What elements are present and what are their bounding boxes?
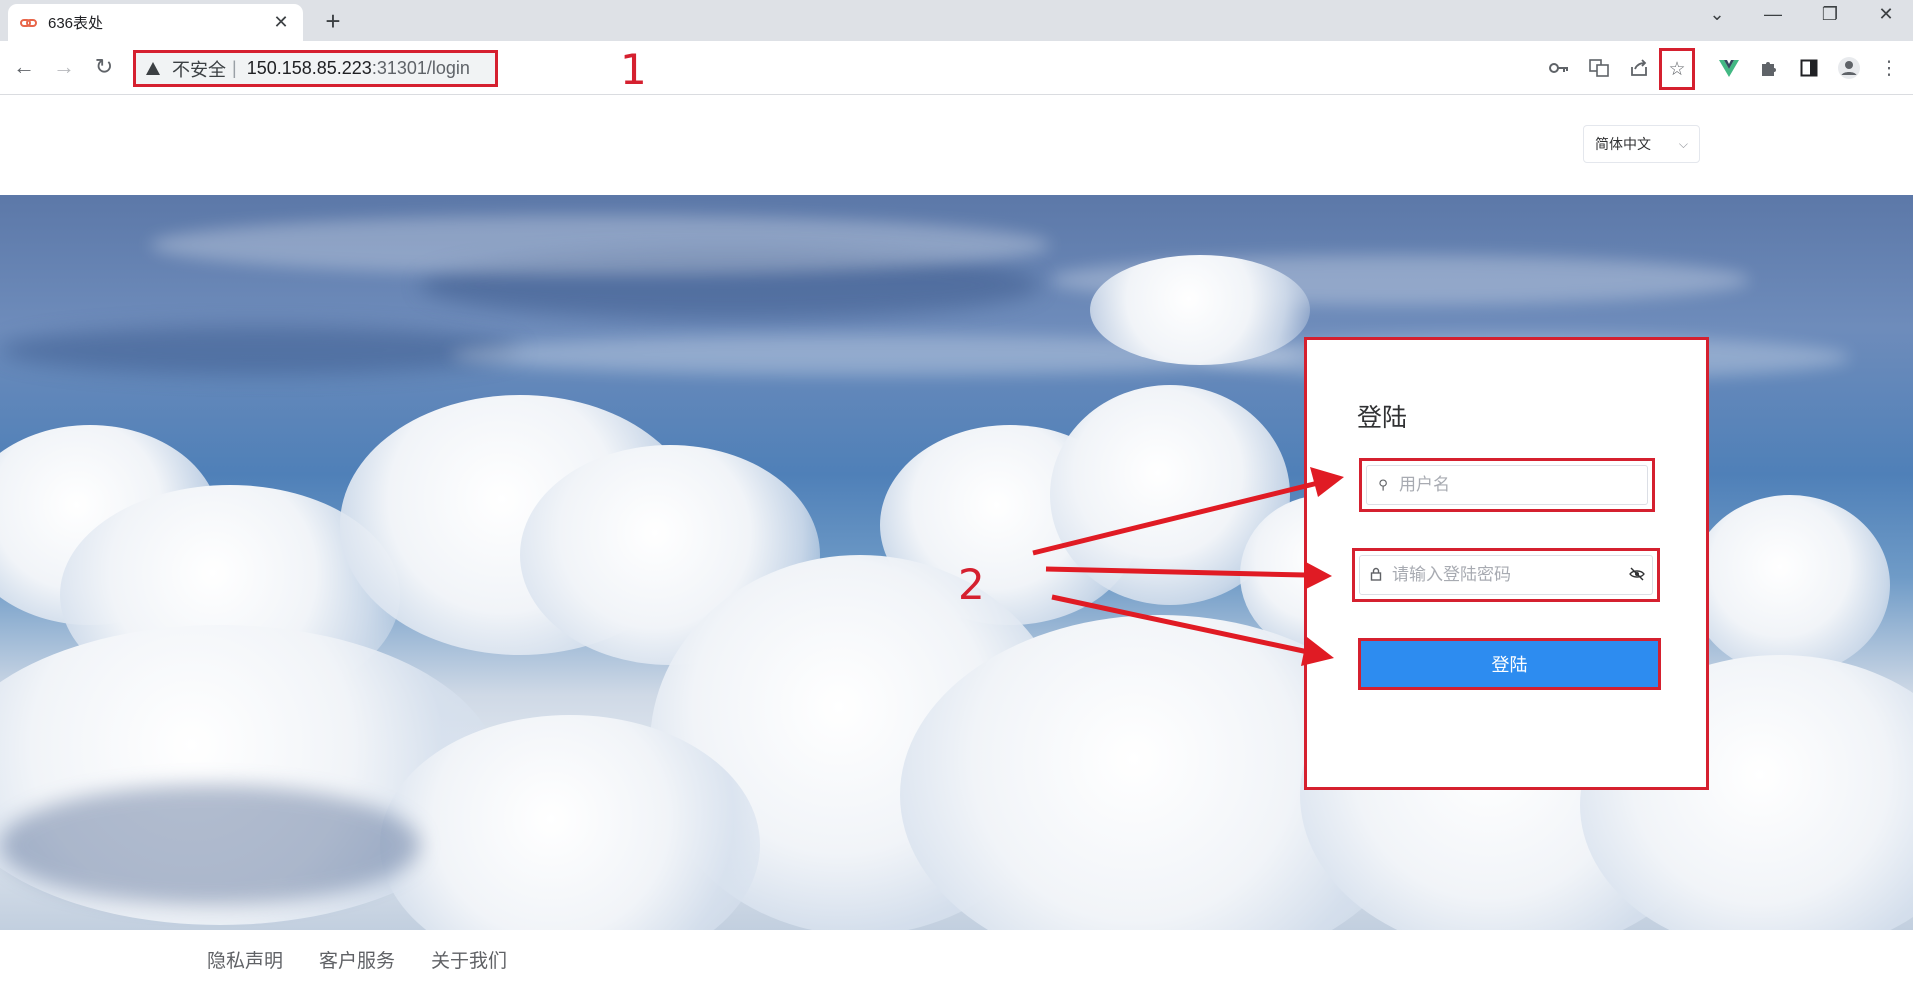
side-panel-icon[interactable]: [1794, 53, 1824, 83]
new-tab-button[interactable]: +: [318, 6, 348, 37]
language-select[interactable]: 简体中文 ⌵: [1583, 125, 1700, 163]
annotation-number-1: 1: [620, 45, 647, 94]
footer: 隐私声明 客户服务 关于我们: [0, 930, 1913, 1006]
security-label: 不安全: [172, 59, 226, 80]
extensions-puzzle-icon[interactable]: [1754, 53, 1784, 83]
browser-tab[interactable]: 636表处 ✕: [8, 4, 303, 41]
key-icon[interactable]: [1544, 53, 1574, 83]
footer-link-privacy[interactable]: 隐私声明: [207, 946, 283, 973]
translate-icon[interactable]: [1584, 53, 1614, 83]
chevron-down-icon: ⌵: [1678, 136, 1688, 151]
annotation-number-2: 2: [958, 560, 985, 609]
url-host: 150.158.85.223: [246, 58, 372, 78]
profile-avatar-icon[interactable]: [1834, 53, 1864, 83]
restore-icon[interactable]: ❐: [1810, 4, 1850, 25]
warning-icon: [146, 62, 160, 75]
browser-toolbar: ← → ↻ 不安全 | 150.158.85.223 :31301/login …: [0, 41, 1913, 95]
forward-icon[interactable]: →: [48, 51, 80, 83]
login-button-highlight: 登陆: [1358, 638, 1661, 690]
back-icon[interactable]: ←: [8, 51, 40, 83]
tab-close-icon[interactable]: ✕: [271, 12, 291, 33]
minimize-icon[interactable]: —: [1753, 4, 1793, 25]
lock-icon: [1360, 567, 1392, 584]
reload-icon[interactable]: ↻: [88, 51, 120, 83]
language-select-value: 简体中文: [1595, 136, 1651, 152]
vue-devtools-extension-icon[interactable]: [1714, 53, 1744, 83]
username-input[interactable]: [1399, 475, 1647, 495]
share-icon[interactable]: [1624, 53, 1654, 83]
browser-menu-icon[interactable]: ⋮: [1874, 53, 1904, 83]
login-button[interactable]: 登陆: [1361, 641, 1658, 687]
footer-link-about-us[interactable]: 关于我们: [431, 946, 507, 973]
browser-tabstrip: 636表处 ✕ + ⌄ — ❐ ✕: [0, 0, 1913, 41]
url-path: :31301/login: [371, 58, 470, 78]
login-card: 登陆 ⚲ 登陆: [1304, 337, 1709, 790]
password-field[interactable]: [1352, 548, 1660, 602]
close-window-icon[interactable]: ✕: [1866, 4, 1906, 25]
user-icon: ⚲: [1378, 477, 1388, 492]
hide-password-eye-icon[interactable]: [1622, 567, 1652, 584]
bookmark-star-icon[interactable]: ☆: [1659, 48, 1695, 90]
site-favicon-icon: [20, 17, 38, 29]
username-field[interactable]: ⚲: [1359, 458, 1655, 512]
address-bar[interactable]: 不安全 | 150.158.85.223 :31301/login: [133, 50, 498, 87]
login-title: 登陆: [1357, 404, 1408, 432]
password-input[interactable]: [1392, 565, 1622, 585]
footer-link-customer-service[interactable]: 客户服务: [319, 946, 395, 973]
tab-title: 636表处: [48, 15, 104, 32]
address-separator: |: [232, 58, 237, 78]
tab-search-icon[interactable]: ⌄: [1697, 4, 1737, 25]
